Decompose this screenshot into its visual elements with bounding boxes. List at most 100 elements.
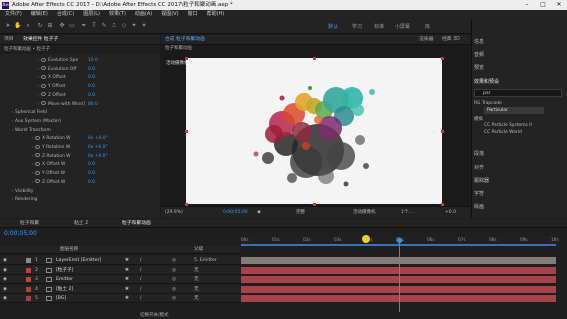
stopwatch-icon[interactable]: [41, 74, 46, 79]
canvas-handle-top-right[interactable]: [440, 56, 444, 60]
workspace-learn[interactable]: 学习: [352, 23, 362, 30]
fx-switch-icon[interactable]: /: [140, 294, 142, 303]
layer-name[interactable]: [BG]: [56, 294, 66, 303]
exposure-value[interactable]: +0.0: [445, 207, 456, 218]
visibility-eye-icon[interactable]: ◉: [3, 275, 7, 284]
effect-row[interactable]: › Z Rotation W 0x +0.0°: [0, 153, 160, 160]
parent-pickwhip-icon[interactable]: ◎: [172, 266, 176, 275]
panel-preview[interactable]: 预览: [474, 64, 484, 71]
parent-dropdown[interactable]: 无: [194, 275, 199, 284]
stopwatch-icon[interactable]: [35, 170, 40, 175]
effect-row[interactable]: › Y Offset 0.0: [0, 83, 160, 90]
effect-row-value[interactable]: 0.0: [88, 179, 95, 186]
tree-simulation[interactable]: 模拟: [474, 116, 483, 122]
stopwatch-icon[interactable]: [35, 161, 40, 166]
fx-switch-icon[interactable]: /: [140, 275, 142, 284]
layer-row[interactable]: ◉ 5 [BG] ✱ / ◎ 无: [0, 294, 240, 303]
minimize-icon[interactable]: –: [519, 0, 535, 10]
timeline-timecode[interactable]: 0;00;05;00: [4, 230, 37, 237]
panel-info[interactable]: 信息: [474, 38, 484, 45]
zoom-level[interactable]: (29.9%): [165, 207, 183, 218]
effect-row[interactable]: › Evolution Off 0.0: [0, 66, 160, 73]
stopwatch-icon[interactable]: [41, 83, 46, 88]
effect-row-value[interactable]: 0.0: [88, 161, 95, 168]
switch-icon[interactable]: ✱: [125, 294, 129, 303]
switch-icon[interactable]: ✱: [125, 256, 129, 265]
parent-dropdown[interactable]: 无: [194, 266, 199, 275]
menu-animation[interactable]: 动画(A): [135, 11, 152, 17]
menu-edit[interactable]: 编辑(E): [31, 11, 48, 17]
camera-tool-icon[interactable]: ⊞: [46, 22, 54, 30]
effect-row[interactable]: › X Rotation W 0x +0.0°: [0, 135, 160, 142]
composition-canvas[interactable]: [186, 58, 442, 204]
menu-layer[interactable]: 图层(L): [83, 11, 100, 17]
stopwatch-icon[interactable]: [41, 92, 46, 97]
effect-row[interactable]: › Y Rotation W 0x +0.0°: [0, 144, 160, 151]
timeline-tab-2[interactable]: 粘土 2: [74, 219, 88, 228]
layer-name[interactable]: [粘土 2]: [56, 285, 73, 294]
menu-view[interactable]: 视图(V): [161, 11, 178, 17]
label-color-swatch[interactable]: [26, 277, 31, 282]
fx-switch-icon[interactable]: /: [140, 256, 142, 265]
layer-row[interactable]: ◉ 3 Emitter ✱ / ◎ 无: [0, 275, 240, 284]
rectangle-tool-icon[interactable]: ▭: [68, 22, 76, 30]
tab-effect-controls[interactable]: 效果控件 粒子子: [19, 35, 62, 45]
tree-particular[interactable]: Particular: [484, 107, 544, 114]
effect-row[interactable]: › Evolution Spe 10.0: [0, 57, 160, 64]
selection-tool-icon[interactable]: ➤: [4, 22, 12, 30]
effect-row[interactable]: › X Offset W 0.0: [0, 161, 160, 168]
parent-dropdown[interactable]: 无: [194, 285, 199, 294]
eraser-tool-icon[interactable]: ◇: [120, 22, 128, 30]
playhead-line[interactable]: [399, 242, 400, 312]
stopwatch-icon[interactable]: [35, 153, 40, 158]
tree-cc-particle-systems[interactable]: CC Particle Systems II: [484, 123, 532, 128]
stopwatch-icon[interactable]: [35, 179, 40, 184]
views-dropdown[interactable]: 1个...: [401, 207, 413, 218]
canvas-handle-top-center[interactable]: [312, 56, 316, 60]
effect-row[interactable]: › Z Offset 0.0: [0, 92, 160, 99]
effect-row[interactable]: › Rendering: [0, 196, 160, 203]
panel-character[interactable]: 字符: [474, 190, 484, 197]
pen-tool-icon[interactable]: ✒: [80, 22, 88, 30]
effect-row[interactable]: › Z Offset W 0.0: [0, 179, 160, 186]
effect-row-value[interactable]: 0.0: [88, 66, 95, 73]
camera-dropdown[interactable]: 活动摄像机: [353, 207, 376, 218]
parent-dropdown[interactable]: 5. Emitter: [194, 256, 217, 265]
timeline-tab-3[interactable]: 粒子和聚动画: [122, 219, 151, 228]
tree-cc-particle-world[interactable]: CC Particle World: [484, 130, 522, 135]
panel-effects-presets[interactable]: 效果和预设: [474, 78, 499, 85]
visibility-eye-icon[interactable]: ◉: [3, 294, 7, 303]
label-color-swatch[interactable]: [26, 267, 31, 273]
switch-icon[interactable]: ✱: [125, 266, 129, 275]
effect-row[interactable]: › Visibility: [0, 188, 160, 195]
parent-pickwhip-icon[interactable]: ◎: [172, 285, 176, 294]
effect-row-value[interactable]: 0.0: [88, 170, 95, 177]
workspace-small-screen[interactable]: 小屏幕: [395, 23, 410, 30]
label-color-swatch[interactable]: [26, 258, 31, 263]
menu-help[interactable]: 帮助(H): [207, 11, 225, 17]
stopwatch-icon[interactable]: [35, 135, 40, 140]
canvas-handle-middle-left[interactable]: [184, 129, 188, 133]
stopwatch-icon[interactable]: [35, 144, 40, 149]
effects-search-input[interactable]: [474, 89, 562, 97]
label-color-swatch[interactable]: [26, 296, 31, 301]
switch-icon[interactable]: ✱: [125, 285, 129, 294]
panel-paragraph[interactable]: 段落: [474, 150, 484, 157]
rotate-tool-icon[interactable]: ↻: [36, 22, 44, 30]
switch-icon[interactable]: ✱: [125, 275, 129, 284]
panel-paint[interactable]: 绘画: [474, 203, 484, 210]
pan-behind-tool-icon[interactable]: ✥: [58, 22, 66, 30]
toggle-switches-modes[interactable]: 切换开关/模式: [140, 312, 169, 318]
canvas-handle-middle-right[interactable]: [440, 129, 444, 133]
label-color-swatch[interactable]: [26, 286, 31, 292]
effect-row[interactable]: › Y Offset W 0.0: [0, 170, 160, 177]
hand-tool-icon[interactable]: ✋: [14, 22, 22, 30]
renderer-value[interactable]: 经典 3D: [442, 35, 460, 45]
layer-row[interactable]: ◉ 2 [粒子子] ✱ / ◎ 无: [0, 265, 240, 275]
effect-row[interactable]: › Spherical Field: [0, 109, 160, 116]
layer-name[interactable]: LayerEmit [Emitter]: [56, 256, 101, 265]
menu-window[interactable]: 窗口: [188, 11, 198, 17]
puppet-tool-icon[interactable]: ✶: [140, 22, 148, 30]
viewer-sub-tab[interactable]: 粒子和聚动画: [161, 45, 470, 53]
visibility-eye-icon[interactable]: ◉: [3, 266, 7, 275]
